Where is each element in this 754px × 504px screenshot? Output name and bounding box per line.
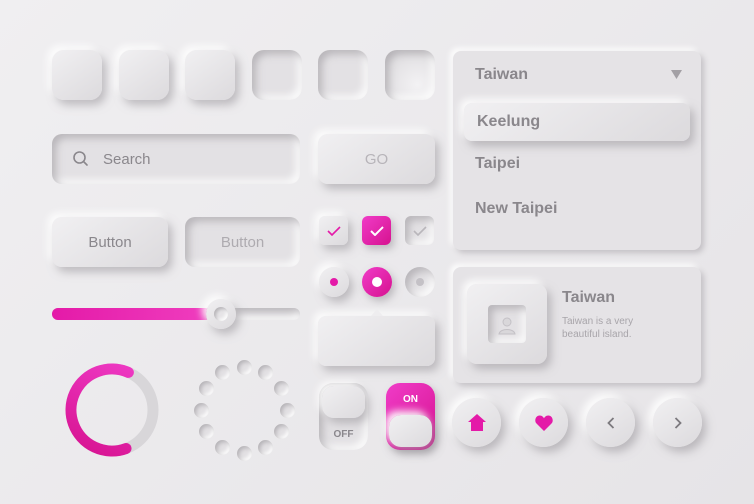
radio-dot xyxy=(372,277,382,287)
spinner-dot xyxy=(215,365,230,381)
spinner-dot xyxy=(273,381,289,396)
radio-dot xyxy=(330,278,338,286)
spinner-dot xyxy=(236,359,252,375)
toggle-on[interactable]: ON xyxy=(386,383,435,450)
progress-ring xyxy=(65,363,159,457)
card-description-line1: Taiwan is a very xyxy=(562,316,634,327)
toggle-off[interactable]: OFF xyxy=(319,383,368,450)
primary-button[interactable]: Button xyxy=(52,217,168,267)
check-icon xyxy=(369,225,384,236)
tooltip-arrow xyxy=(371,309,383,316)
secondary-button-label: Button xyxy=(220,233,265,251)
tooltip-box xyxy=(318,316,435,366)
checkbox-unselected[interactable] xyxy=(319,216,348,245)
slider-fill xyxy=(52,308,221,320)
tile-pressed-1[interactable] xyxy=(252,50,302,100)
home-icon xyxy=(467,414,486,431)
checkbox-disabled[interactable] xyxy=(405,216,434,245)
spinner-dot xyxy=(215,439,230,455)
next-button[interactable] xyxy=(653,398,702,447)
spinner-dot xyxy=(199,381,215,396)
heart-icon xyxy=(534,415,553,431)
slider-thumb[interactable] xyxy=(205,299,236,329)
check-icon xyxy=(412,225,427,236)
dropdown-arrow-icon[interactable] xyxy=(671,70,682,79)
spinner-dot xyxy=(258,439,273,455)
previous-button[interactable] xyxy=(586,398,635,447)
tile-raised-3[interactable] xyxy=(185,50,235,100)
spinner-dot xyxy=(273,424,289,439)
radio-selected[interactable] xyxy=(362,267,392,297)
spinner-dot xyxy=(236,445,252,461)
spinner-dot xyxy=(258,365,273,381)
search-field[interactable]: Search xyxy=(52,134,300,184)
radio-dot xyxy=(416,278,424,286)
card-description-line2: beautiful island. xyxy=(562,329,632,340)
dropdown-selected-value[interactable]: Taiwan xyxy=(475,66,528,84)
home-button[interactable] xyxy=(452,398,501,447)
spinner-dot xyxy=(279,402,295,418)
go-button-label: GO xyxy=(364,150,389,168)
toggle-on-label: ON xyxy=(403,394,418,405)
primary-button-label: Button xyxy=(88,233,132,251)
tile-pressed-2[interactable] xyxy=(318,50,368,100)
chevron-left-icon xyxy=(606,416,614,429)
spinner-dot xyxy=(199,424,215,439)
check-icon xyxy=(326,225,341,236)
radio-unselected[interactable] xyxy=(319,267,349,297)
slider-thumb-inner xyxy=(214,307,228,321)
tile-raised-1[interactable] xyxy=(52,50,102,100)
ui-kit-canvas: Search GO Button Button OFF ON Taiwan Ke… xyxy=(0,0,754,504)
card-title: Taiwan xyxy=(562,289,616,306)
toggle-on-knob xyxy=(389,415,432,447)
toggle-off-knob xyxy=(322,386,365,418)
card-image xyxy=(467,284,547,364)
dropdown-option-highlighted[interactable]: Keelung xyxy=(464,103,690,141)
loading-spinner xyxy=(192,358,296,462)
favorite-button[interactable] xyxy=(519,398,568,447)
radio-disabled[interactable] xyxy=(405,267,435,297)
tile-raised-2[interactable] xyxy=(119,50,169,100)
secondary-button[interactable]: Button xyxy=(185,217,300,267)
dropdown-option-label: Keelung xyxy=(477,113,541,130)
go-button[interactable]: GO xyxy=(318,134,435,184)
checkbox-checked[interactable] xyxy=(362,216,391,245)
spinner-dot xyxy=(193,402,209,418)
toggle-off-label: OFF xyxy=(333,429,354,440)
slider-track[interactable] xyxy=(52,308,300,320)
dropdown-option[interactable]: New Taipei xyxy=(475,200,557,218)
search-icon xyxy=(73,151,88,166)
tile-pressed-3[interactable] xyxy=(385,50,435,100)
image-placeholder-icon xyxy=(488,305,526,343)
dropdown-option[interactable]: Taipei xyxy=(475,155,520,173)
search-input[interactable]: Search xyxy=(103,151,151,168)
chevron-right-icon xyxy=(674,416,682,429)
